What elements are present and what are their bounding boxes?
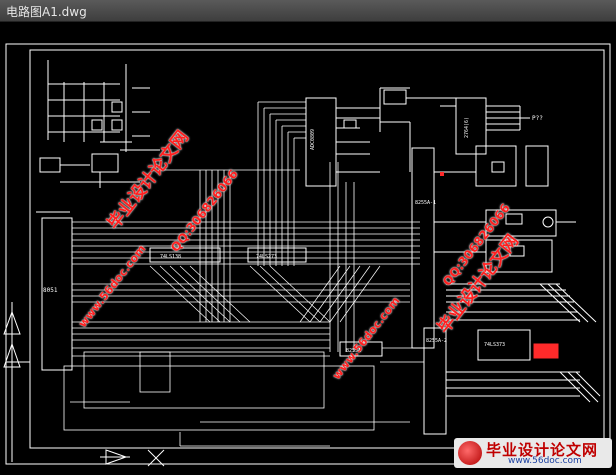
svg-text:74LS138: 74LS138: [160, 254, 181, 260]
bottom-wiring: [63, 347, 424, 447]
latch-chip: 74LS273: [247, 247, 307, 263]
svg-text:P??: P??: [532, 115, 543, 122]
site-logo-icon: [458, 441, 482, 465]
ppi-chip-low: 8255A-2: [423, 327, 447, 435]
watermark-badge-url: www.56doc.com: [508, 456, 582, 466]
drawing-canvas[interactable]: 8051 74LS138 74LS273 ADC0809 2764(6) P??…: [0, 22, 616, 471]
svg-text:8255A-2: 8255A-2: [426, 338, 447, 344]
marker-point: [440, 172, 444, 176]
mcu-chip: 8051: [41, 217, 73, 371]
svg-text:74LS373: 74LS373: [484, 342, 505, 348]
window-title: 电路图A1.dwg: [6, 5, 87, 19]
svg-text:8255A-1: 8255A-1: [415, 200, 436, 206]
switch-matrix: [47, 60, 160, 152]
schematic-drawing[interactable]: 8051 74LS138 74LS273 ADC0809 2764(6) P??…: [0, 22, 616, 471]
watermark-badge: 毕业设计论文网 www.56doc.com: [454, 438, 612, 468]
window-title-bar: 电路图A1.dwg: [0, 0, 616, 22]
svg-text:ADC0809: ADC0809: [310, 129, 316, 150]
outer-frame: [5, 43, 611, 465]
svg-text:74LS273: 74LS273: [256, 254, 277, 260]
mcu-label: 8051: [43, 287, 58, 294]
adc-chip: ADC0809: [305, 87, 440, 187]
decoder-chip: 74LS138: [149, 247, 221, 263]
svg-text:2764(6): 2764(6): [464, 117, 470, 138]
bus-fan: [149, 265, 381, 323]
